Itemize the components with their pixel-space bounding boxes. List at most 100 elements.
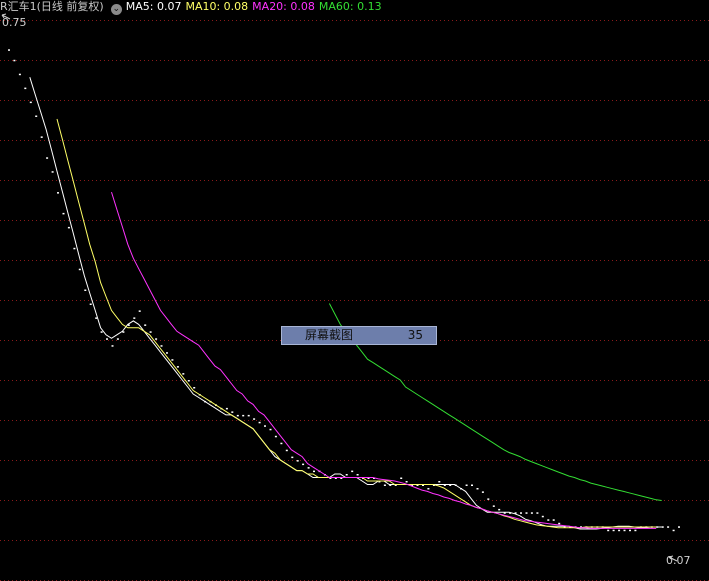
grid-lines <box>0 20 709 581</box>
price-point <box>274 435 277 438</box>
price-point <box>498 508 501 511</box>
price-point <box>280 442 283 445</box>
price-point <box>258 421 261 424</box>
price-point <box>231 411 234 413</box>
ma10-label[interactable]: MA10: 0.08 <box>185 0 248 13</box>
price-point <box>46 157 49 159</box>
price-point <box>558 522 561 525</box>
chart-header: R汇车1(日线 前复权) ⌄ MA5: 0.07 MA10: 0.08 MA20: 0.… <box>0 0 386 15</box>
price-point <box>678 526 680 528</box>
tooltip-label: 屏幕截图 <box>305 328 354 342</box>
price-point <box>296 460 299 462</box>
price-point <box>18 73 21 76</box>
price-point <box>383 484 386 486</box>
price-point <box>487 498 490 500</box>
price-point <box>520 512 522 514</box>
price-point <box>629 529 631 532</box>
price-point <box>541 515 544 518</box>
price-point <box>13 59 16 62</box>
price-point <box>95 317 98 319</box>
price-point <box>476 488 479 490</box>
price-point <box>530 512 533 514</box>
price-point <box>8 49 10 51</box>
price-point <box>481 491 484 493</box>
price-point <box>149 331 152 333</box>
price-point <box>89 303 92 305</box>
price-point <box>116 338 119 340</box>
price-point <box>253 418 256 420</box>
price-point <box>193 387 196 389</box>
price-point <box>67 226 70 229</box>
price-point <box>269 428 272 431</box>
price-point <box>84 289 87 291</box>
price-point <box>634 529 637 532</box>
price-point <box>155 338 158 340</box>
symbol-title: R汇车1(日线 前复权) <box>0 0 104 13</box>
price-point <box>356 474 359 476</box>
price-point <box>612 529 615 532</box>
ma5-label[interactable]: MA5: 0.07 <box>126 0 182 13</box>
ma60-label[interactable]: MA60: 0.13 <box>319 0 382 13</box>
price-point <box>24 87 27 90</box>
price-series <box>8 49 680 532</box>
tooltip-value: 35 <box>407 328 423 342</box>
price-point <box>242 414 245 417</box>
low-price-label: 0.07 <box>666 554 691 567</box>
price-point <box>351 470 354 473</box>
price-point <box>51 171 54 173</box>
price-point <box>623 529 626 532</box>
price-point <box>111 345 114 347</box>
price-point <box>176 366 179 368</box>
price-point <box>465 484 468 486</box>
price-point <box>618 529 621 532</box>
price-point <box>661 526 664 528</box>
price-point <box>492 505 495 507</box>
price-point <box>427 488 430 490</box>
price-point <box>607 529 610 532</box>
price-point <box>536 512 539 514</box>
price-point <box>552 519 555 521</box>
ma-lines <box>29 77 662 530</box>
price-point <box>171 359 174 361</box>
price-point <box>100 331 103 333</box>
price-point <box>285 449 288 452</box>
price-point <box>345 474 348 476</box>
gear-icon[interactable]: ⌄ <box>110 4 122 15</box>
price-point <box>672 529 675 532</box>
price-point <box>78 268 81 271</box>
price-point <box>302 463 305 466</box>
price-point <box>35 115 38 117</box>
price-point <box>57 192 59 194</box>
ma20-label[interactable]: MA20: 0.08 <box>252 0 315 13</box>
high-price-label: 0.75 <box>2 16 27 29</box>
price-point <box>62 212 65 215</box>
price-point <box>307 467 310 469</box>
price-point <box>138 310 141 312</box>
price-point <box>106 338 108 340</box>
price-point <box>547 519 550 521</box>
kline-chart[interactable] <box>0 0 709 581</box>
price-markers <box>1 13 678 562</box>
price-point <box>291 456 294 459</box>
screenshot-tooltip[interactable]: 屏幕截图 35 <box>281 326 437 345</box>
price-point <box>405 481 408 483</box>
price-point <box>225 407 228 410</box>
price-point <box>247 414 250 417</box>
price-point <box>166 352 168 354</box>
price-point <box>525 512 528 514</box>
price-point <box>40 136 43 138</box>
price-point <box>187 380 190 382</box>
price-point <box>264 425 266 427</box>
ma5-line <box>29 77 662 530</box>
price-point <box>667 526 670 528</box>
price-point <box>182 373 185 375</box>
price-point <box>313 470 315 473</box>
price-point <box>133 317 136 319</box>
price-point <box>236 414 239 417</box>
price-point <box>160 345 163 347</box>
price-point <box>438 481 441 483</box>
price-point <box>29 101 32 104</box>
price-point <box>400 477 403 479</box>
price-point <box>471 484 473 486</box>
price-point <box>73 247 76 250</box>
